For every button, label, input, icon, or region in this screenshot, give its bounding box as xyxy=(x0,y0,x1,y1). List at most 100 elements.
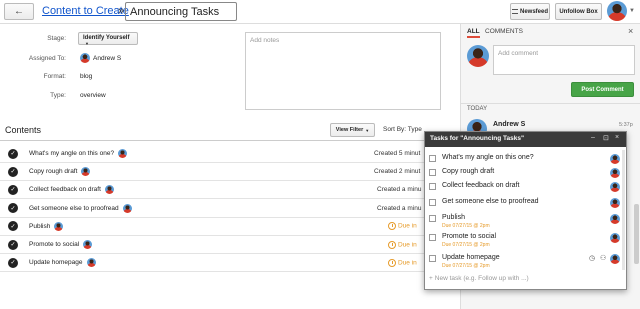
content-row-label[interactable]: Publish xyxy=(29,223,50,230)
task-label[interactable]: Collect feedback on draft xyxy=(442,182,519,189)
format-value[interactable]: blog xyxy=(80,73,92,80)
task-row[interactable]: Publish Due 07/27/15 @ 2pm xyxy=(425,214,626,232)
task-row[interactable]: Collect feedback on draft xyxy=(425,182,626,196)
task-checkbox[interactable] xyxy=(429,155,436,162)
task-label[interactable]: What's my angle on this one? xyxy=(442,154,534,161)
task-assignee-avatar xyxy=(610,182,620,192)
contents-title: Contents xyxy=(5,125,42,135)
notes-textarea[interactable]: Add notes xyxy=(245,32,441,110)
content-row-label[interactable]: Get someone else to proofread xyxy=(29,205,119,212)
minimize-icon[interactable]: – xyxy=(591,134,595,141)
check-circle-icon[interactable]: ✓ xyxy=(8,148,18,159)
page-title-field[interactable]: Announcing Tasks xyxy=(125,2,237,21)
new-task-input[interactable]: + New task (e.g. Follow up with ...) xyxy=(429,275,529,282)
task-checkbox[interactable] xyxy=(429,199,436,206)
task-row[interactable]: Get someone else to proofread xyxy=(425,198,626,212)
assignee-name[interactable]: Andrew S xyxy=(93,55,121,62)
content-row-label[interactable]: Copy rough draft xyxy=(29,168,77,175)
content-row[interactable]: ✓ Get someone else to proofread Created a … xyxy=(0,200,460,218)
task-row[interactable]: Update homepage Due 07/27/15 @ 2pm ◷ ⚇ xyxy=(425,254,626,272)
task-checkbox[interactable] xyxy=(429,183,436,190)
assigned-label: Assigned To: xyxy=(28,55,66,62)
task-label[interactable]: Update homepage xyxy=(442,254,500,261)
assignee-avatar xyxy=(54,221,64,231)
check-circle-icon[interactable]: ✓ xyxy=(8,239,18,250)
content-row[interactable]: ✓ Promote to social Due in xyxy=(0,236,460,254)
chevron-down-icon[interactable]: ▼ xyxy=(629,8,635,14)
due-date-icon[interactable]: ◷ xyxy=(589,254,595,262)
close-icon[interactable]: × xyxy=(615,134,619,141)
newsfeed-label: Newsfeed xyxy=(519,8,548,15)
task-row[interactable]: Copy rough draft xyxy=(425,168,626,182)
check-circle-icon[interactable]: ✓ xyxy=(8,257,18,268)
content-row-status-text: Due in xyxy=(398,223,417,231)
today-heading: TODAY xyxy=(467,106,488,112)
assign-user-icon[interactable]: ⚇ xyxy=(600,254,606,262)
popout-icon[interactable]: ⊡ xyxy=(603,134,609,142)
task-checkbox[interactable] xyxy=(429,215,436,222)
assignee-avatar xyxy=(80,53,90,63)
task-label[interactable]: Publish xyxy=(442,214,465,221)
content-row-status-text: Created a minu xyxy=(377,204,422,212)
user-avatar[interactable] xyxy=(607,1,627,21)
check-circle-icon[interactable]: ✓ xyxy=(8,166,18,177)
content-row-status-text: Due in xyxy=(398,241,417,249)
tab-comments[interactable]: COMMENTS xyxy=(485,28,523,35)
task-label[interactable]: Promote to social xyxy=(442,233,496,240)
sidebar-scrollbar[interactable] xyxy=(634,204,639,264)
task-label[interactable]: Copy rough draft xyxy=(442,168,494,175)
assignee-avatar xyxy=(118,149,128,158)
content-row-status-text: Created a minu xyxy=(377,186,422,194)
tab-all[interactable]: ALL xyxy=(467,28,480,38)
comment-input[interactable]: Add comment xyxy=(493,45,635,75)
content-row-status: Due in xyxy=(388,240,417,249)
content-row[interactable]: ✓ What's my angle on this one? Created 5 m… xyxy=(0,145,460,163)
content-row-label[interactable]: Update homepage xyxy=(29,259,83,266)
top-toolbar: ← Content to Create » Announcing Tasks N… xyxy=(0,0,640,24)
check-circle-icon[interactable]: ✓ xyxy=(8,184,18,195)
content-row[interactable]: ✓ Collect feedback on draft Created a minu xyxy=(0,181,460,200)
task-row[interactable]: What's my angle on this one? xyxy=(425,154,626,168)
task-checkbox[interactable] xyxy=(429,234,436,241)
back-button[interactable]: ← xyxy=(4,3,34,20)
content-row-status: Created a minu xyxy=(377,186,421,193)
content-row-label[interactable]: What's my angle on this one? xyxy=(29,150,114,157)
unfollow-button[interactable]: Unfollow Box xyxy=(555,3,602,20)
plus-icon: + xyxy=(429,275,433,282)
content-row-status-text: Created 5 minut xyxy=(374,150,421,157)
stage-select[interactable]: Identify Yourself ▼ xyxy=(78,32,138,46)
task-label[interactable]: Get someone else to proofread xyxy=(442,198,539,205)
type-value[interactable]: overview xyxy=(80,92,106,99)
task-row[interactable]: Promote to social Due 07/27/15 @ 2pm xyxy=(425,233,626,251)
task-due-date: Due 07/27/15 @ 2pm xyxy=(442,263,490,269)
tasks-scrollbar[interactable] xyxy=(622,150,625,270)
content-row[interactable]: ✓ Publish Due in xyxy=(0,218,460,236)
newsfeed-icon xyxy=(511,9,518,14)
task-assignee-avatar xyxy=(610,233,620,243)
task-checkbox[interactable] xyxy=(429,169,436,176)
task-due-date: Due 07/27/15 @ 2pm xyxy=(442,223,490,229)
close-icon[interactable]: × xyxy=(628,26,633,36)
content-row[interactable]: ✓ Update homepage Due in xyxy=(0,254,460,273)
task-checkbox[interactable] xyxy=(429,255,436,262)
task-assignee-avatar xyxy=(610,254,620,264)
content-row[interactable]: ✓ Copy rough draft Created 2 minut xyxy=(0,163,460,182)
tasks-panel: Tasks for "Announcing Tasks" – ⊡ × What'… xyxy=(424,131,627,290)
tasks-panel-header[interactable]: Tasks for "Announcing Tasks" – ⊡ × xyxy=(425,132,626,147)
content-meta: Stage: Identify Yourself ▼ Assigned To: … xyxy=(0,24,460,120)
content-row-label[interactable]: Promote to social xyxy=(29,241,79,248)
check-circle-icon[interactable]: ✓ xyxy=(8,221,18,232)
task-assignee-avatar xyxy=(610,214,620,224)
newsfeed-button[interactable]: Newsfeed xyxy=(510,3,550,20)
assignee-avatar xyxy=(86,258,96,268)
post-comment-button[interactable]: Post Comment xyxy=(571,82,634,97)
breadcrumb-link[interactable]: Content to Create xyxy=(42,5,129,17)
check-circle-icon[interactable]: ✓ xyxy=(8,203,18,214)
sort-by-control[interactable]: Sort By: Type xyxy=(383,126,422,133)
content-row-status: Due in xyxy=(388,258,417,267)
view-filter-button[interactable]: View Filter ▼ xyxy=(330,123,375,137)
feed-author[interactable]: Andrew S xyxy=(493,121,525,128)
chevron-down-icon: ▼ xyxy=(85,41,89,46)
content-row-label[interactable]: Collect feedback on draft xyxy=(29,186,101,193)
tasks-panel-title: Tasks for "Announcing Tasks" xyxy=(430,135,525,142)
